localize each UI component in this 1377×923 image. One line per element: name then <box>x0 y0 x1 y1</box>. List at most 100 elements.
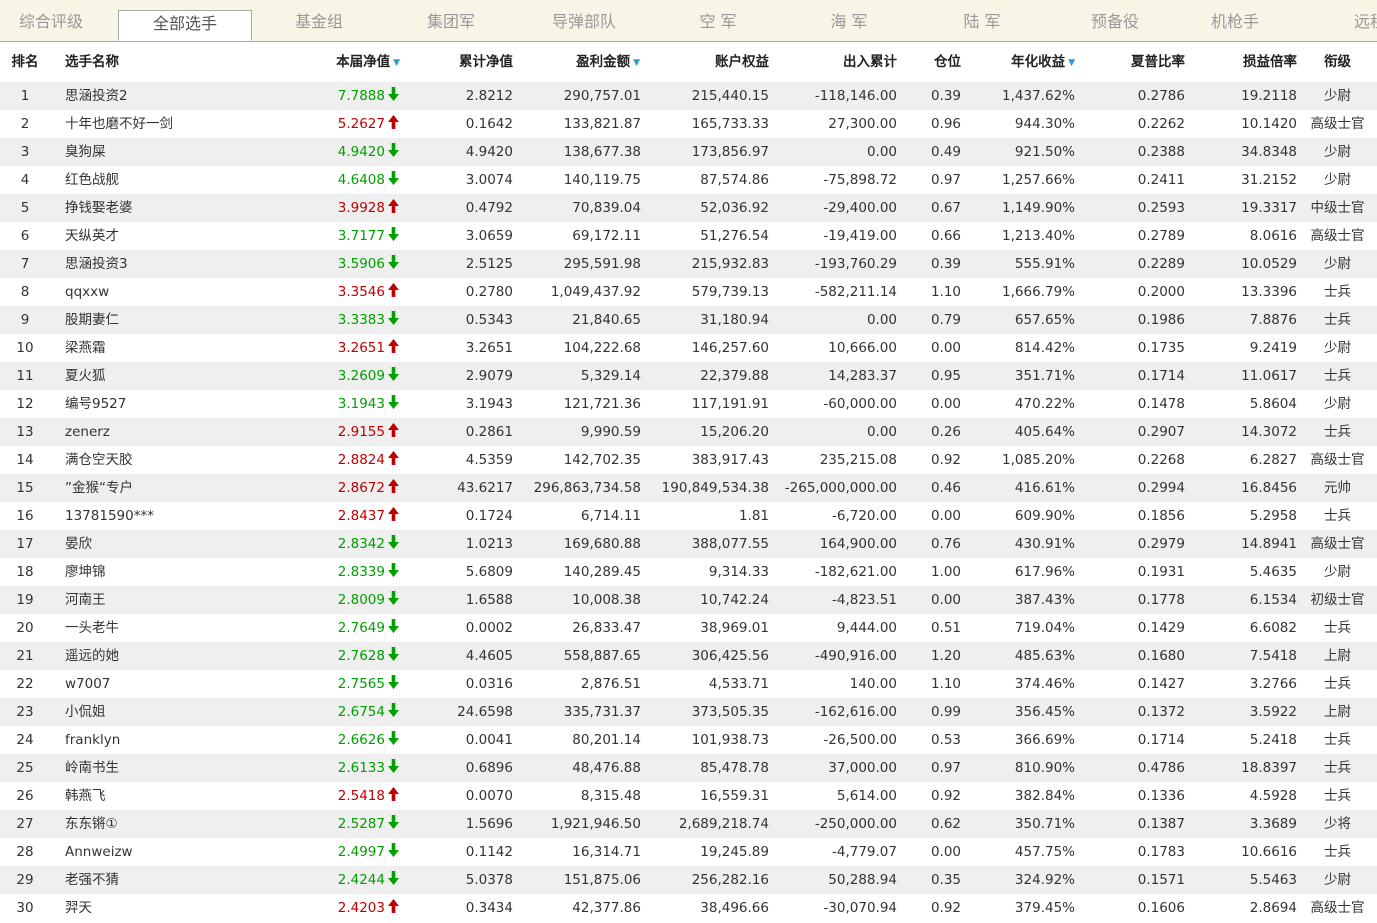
table-row[interactable]: 10 梁燕霜 3.2651 104,222.68 146,257.60 10,666.00… <box>0 334 1377 362</box>
sort-desc-icon[interactable]: ▼ <box>393 58 400 68</box>
tab-4[interactable]: 导弹部队 <box>528 0 640 41</box>
cell-title: 士兵 <box>1324 620 1351 636</box>
cell-name[interactable]: 13781590*** <box>65 502 285 530</box>
table-row[interactable]: 20 一头老牛 0.0002 26,833.47 38,969.01 9,444.00 0.… <box>0 614 1377 642</box>
cell-name[interactable]: 一头老牛 <box>65 614 285 642</box>
table-row[interactable]: 21 遥远的她 4.4605 558,887.65 306,425.56 -490,916… <box>0 642 1377 670</box>
cell-name[interactable]: 思涵投资2 <box>65 82 285 110</box>
cell-name[interactable]: 红色战舰 <box>65 166 285 194</box>
table-row[interactable]: 8 qqxxw 0.2780 1,049,437.92 579,739.13 -582,2… <box>0 278 1377 306</box>
cell-name[interactable]: 天纵英才 <box>65 222 285 250</box>
cell-name[interactable]: 遥远的她 <box>65 642 285 670</box>
col-title[interactable]: 衔级 <box>1305 42 1370 82</box>
table-row[interactable]: 14 满仓空天胶 4.5359 142,702.35 383,917.43 235,215… <box>0 446 1377 474</box>
table-row[interactable]: 26 韩燕飞 0.0070 8,315.48 16,559.31 5,614.00 0.92… <box>0 782 1377 810</box>
tab-5[interactable]: 空 军 <box>662 0 774 41</box>
table-row[interactable]: 30 羿天 0.3434 42,377.86 38,496.66 -30,070.94 0.… <box>0 894 1377 922</box>
cell-rank: 23 <box>16 704 34 720</box>
cell-name[interactable]: 小侃姐 <box>65 698 285 726</box>
cell-name[interactable]: 思涵投资3 <box>65 250 285 278</box>
col-position[interactable]: 仓位 <box>910 42 961 82</box>
table-row[interactable]: 9 股期妻仁 0.5343 21,840.65 31,180.94 0.00 0.79 657… <box>0 306 1377 334</box>
table-row[interactable]: 29 老强不猜 5.0378 151,875.06 256,282.16 50,288.9… <box>0 866 1377 894</box>
table-row[interactable]: 27 东东锵① 1.5696 1,921,946.50 2,689,218.74 -250… <box>0 810 1377 838</box>
cell-name[interactable]: 羿天 <box>65 894 285 922</box>
cell-name[interactable]: 廖坤锦 <box>65 558 285 586</box>
cell-name[interactable]: 晏欣 <box>65 530 285 558</box>
cell-pl-ratio: 19.3317 <box>1241 200 1297 216</box>
cell-name[interactable]: ”金猴“专户 <box>65 474 285 502</box>
tab-0[interactable]: 综合评级 <box>0 0 102 41</box>
table-row[interactable]: 4 红色战舰 3.0074 140,119.75 87,574.86 -75,898.72… <box>0 166 1377 194</box>
tab-2[interactable]: 基金组 <box>266 0 372 41</box>
cell-annual: 350.71% <box>1014 816 1075 832</box>
table-row[interactable]: 3 臭狗屎 4.9420 138,677.38 173,856.97 0.00 0.49 92… <box>0 138 1377 166</box>
cell-flow: 235,215.08 <box>819 452 897 468</box>
cell-name[interactable]: 河南王 <box>65 586 285 614</box>
table-row[interactable]: 17 晏欣 1.0213 169,680.88 388,077.55 164,900.00… <box>0 530 1377 558</box>
col-nav[interactable]: 本届净值 ▼ <box>300 42 400 82</box>
sort-desc-icon[interactable]: ▼ <box>1068 58 1075 68</box>
cell-name[interactable]: 编号9527 <box>65 390 285 418</box>
table-row[interactable]: 2 十年也磨不好一剑 0.1642 133,821.87 165,733.33 27,30… <box>0 110 1377 138</box>
table-row[interactable]: 6 天纵英才 3.0659 69,172.11 51,276.54 -19,419.00 0… <box>0 222 1377 250</box>
cell-name[interactable]: zenerz <box>65 418 285 446</box>
cell-name[interactable]: qqxxw <box>65 278 285 306</box>
col-rank[interactable]: 排名 <box>0 42 50 82</box>
cell-name[interactable]: 夏火狐 <box>65 362 285 390</box>
cell-flow: -30,070.94 <box>823 900 897 916</box>
table-row[interactable]: 19 河南王 1.6588 10,008.38 10,742.24 -4,823.51 0.… <box>0 586 1377 614</box>
table-row[interactable]: 5 挣钱娶老婆 0.4792 70,839.04 52,036.92 -29,400.00… <box>0 194 1377 222</box>
table-row[interactable]: 11 夏火狐 2.9079 5,329.14 22,379.88 14,283.37 0.9… <box>0 362 1377 390</box>
cell-name[interactable]: Annweizw <box>65 838 285 866</box>
cell-name[interactable]: 挣钱娶老婆 <box>65 194 285 222</box>
table-row[interactable]: 24 franklyn 0.0041 80,201.14 101,938.73 -26,5… <box>0 726 1377 754</box>
col-sharpe[interactable]: 夏普比率 <box>1085 42 1185 82</box>
cell-name[interactable]: 韩燕飞 <box>65 782 285 810</box>
col-pl-ratio[interactable]: 损益倍率 <box>1200 42 1297 82</box>
cell-name[interactable]: 东东锵① <box>65 810 285 838</box>
table-row[interactable]: 13 zenerz 0.2861 9,990.59 15,206.20 0.00 0.26 4… <box>0 418 1377 446</box>
tab-9[interactable]: 机枪手 <box>1185 0 1285 41</box>
table-row[interactable]: 25 岭南书生 0.6896 48,476.88 85,478.78 37,000.00 0… <box>0 754 1377 782</box>
tab-1[interactable]: 全部选手 <box>118 10 252 41</box>
col-annual[interactable]: 年化收益 ▼ <box>975 42 1075 82</box>
cell-name[interactable]: w7007 <box>65 670 285 698</box>
tab-3[interactable]: 集团军 <box>397 0 505 41</box>
cell-name[interactable]: 岭南书生 <box>65 754 285 782</box>
table-row[interactable]: 1 思涵投资2 2.8212 290,757.01 215,440.15 -118,146… <box>0 82 1377 110</box>
col-name[interactable]: 选手名称 <box>65 42 205 82</box>
cell-cum-nav: 1.6588 <box>465 592 513 608</box>
table-row[interactable]: 15 ”金猴“专户 43.6217 296,863,734.58 190,849,534… <box>0 474 1377 502</box>
cell-name[interactable]: franklyn <box>65 726 285 754</box>
table-row[interactable]: 7 思涵投资3 2.5125 295,591.98 215,932.83 -193,760… <box>0 250 1377 278</box>
tab-7[interactable]: 陆 军 <box>922 0 1042 41</box>
table-row[interactable]: 16 13781590*** 0.1724 6,714.11 1.81 -6,720.00… <box>0 502 1377 530</box>
table-row[interactable]: 12 编号9527 3.1943 121,721.36 117,191.91 -60,00… <box>0 390 1377 418</box>
cell-name[interactable]: 满仓空天胶 <box>65 446 285 474</box>
cell-name[interactable]: 十年也磨不好一剑 <box>65 110 285 138</box>
sort-desc-icon[interactable]: ▼ <box>633 58 640 68</box>
tab-8[interactable]: 预备役 <box>1053 0 1177 41</box>
cell-position: 0.49 <box>930 144 961 160</box>
col-cum-nav[interactable]: 累计净值 <box>413 42 513 82</box>
cell-name[interactable]: 股期妻仁 <box>65 306 285 334</box>
table-row[interactable]: 28 Annweizw 0.1142 16,314.71 19,245.89 -4,779… <box>0 838 1377 866</box>
table-row[interactable]: 22 w7007 0.0316 2,876.51 4,533.71 140.00 1.10 3… <box>0 670 1377 698</box>
cell-profit: 9,990.59 <box>580 424 641 440</box>
col-flow[interactable]: 出入累计 <box>780 42 897 82</box>
nav-value: 3.2651 <box>337 340 385 356</box>
cell-name[interactable]: 老强不猜 <box>65 866 285 894</box>
cell-name[interactable]: 臭狗屎 <box>65 138 285 166</box>
cell-position: 0.35 <box>930 872 961 888</box>
cell-name[interactable]: 梁燕霜 <box>65 334 285 362</box>
table-row[interactable]: 18 廖坤锦 5.6809 140,289.45 9,314.33 -182,621.00… <box>0 558 1377 586</box>
tab-6[interactable]: 海 军 <box>793 0 905 41</box>
tab-10[interactable]: 远程 <box>1340 0 1377 41</box>
nav-value: 2.5287 <box>337 816 385 832</box>
col-equity[interactable]: 账户权益 <box>650 42 769 82</box>
table-row[interactable]: 23 小侃姐 24.6598 335,731.37 373,505.35 -162,616… <box>0 698 1377 726</box>
cell-nav: 2.8009 <box>300 586 400 614</box>
col-profit[interactable]: 盈利金额 ▼ <box>530 42 640 82</box>
cell-position: 0.53 <box>930 732 961 748</box>
